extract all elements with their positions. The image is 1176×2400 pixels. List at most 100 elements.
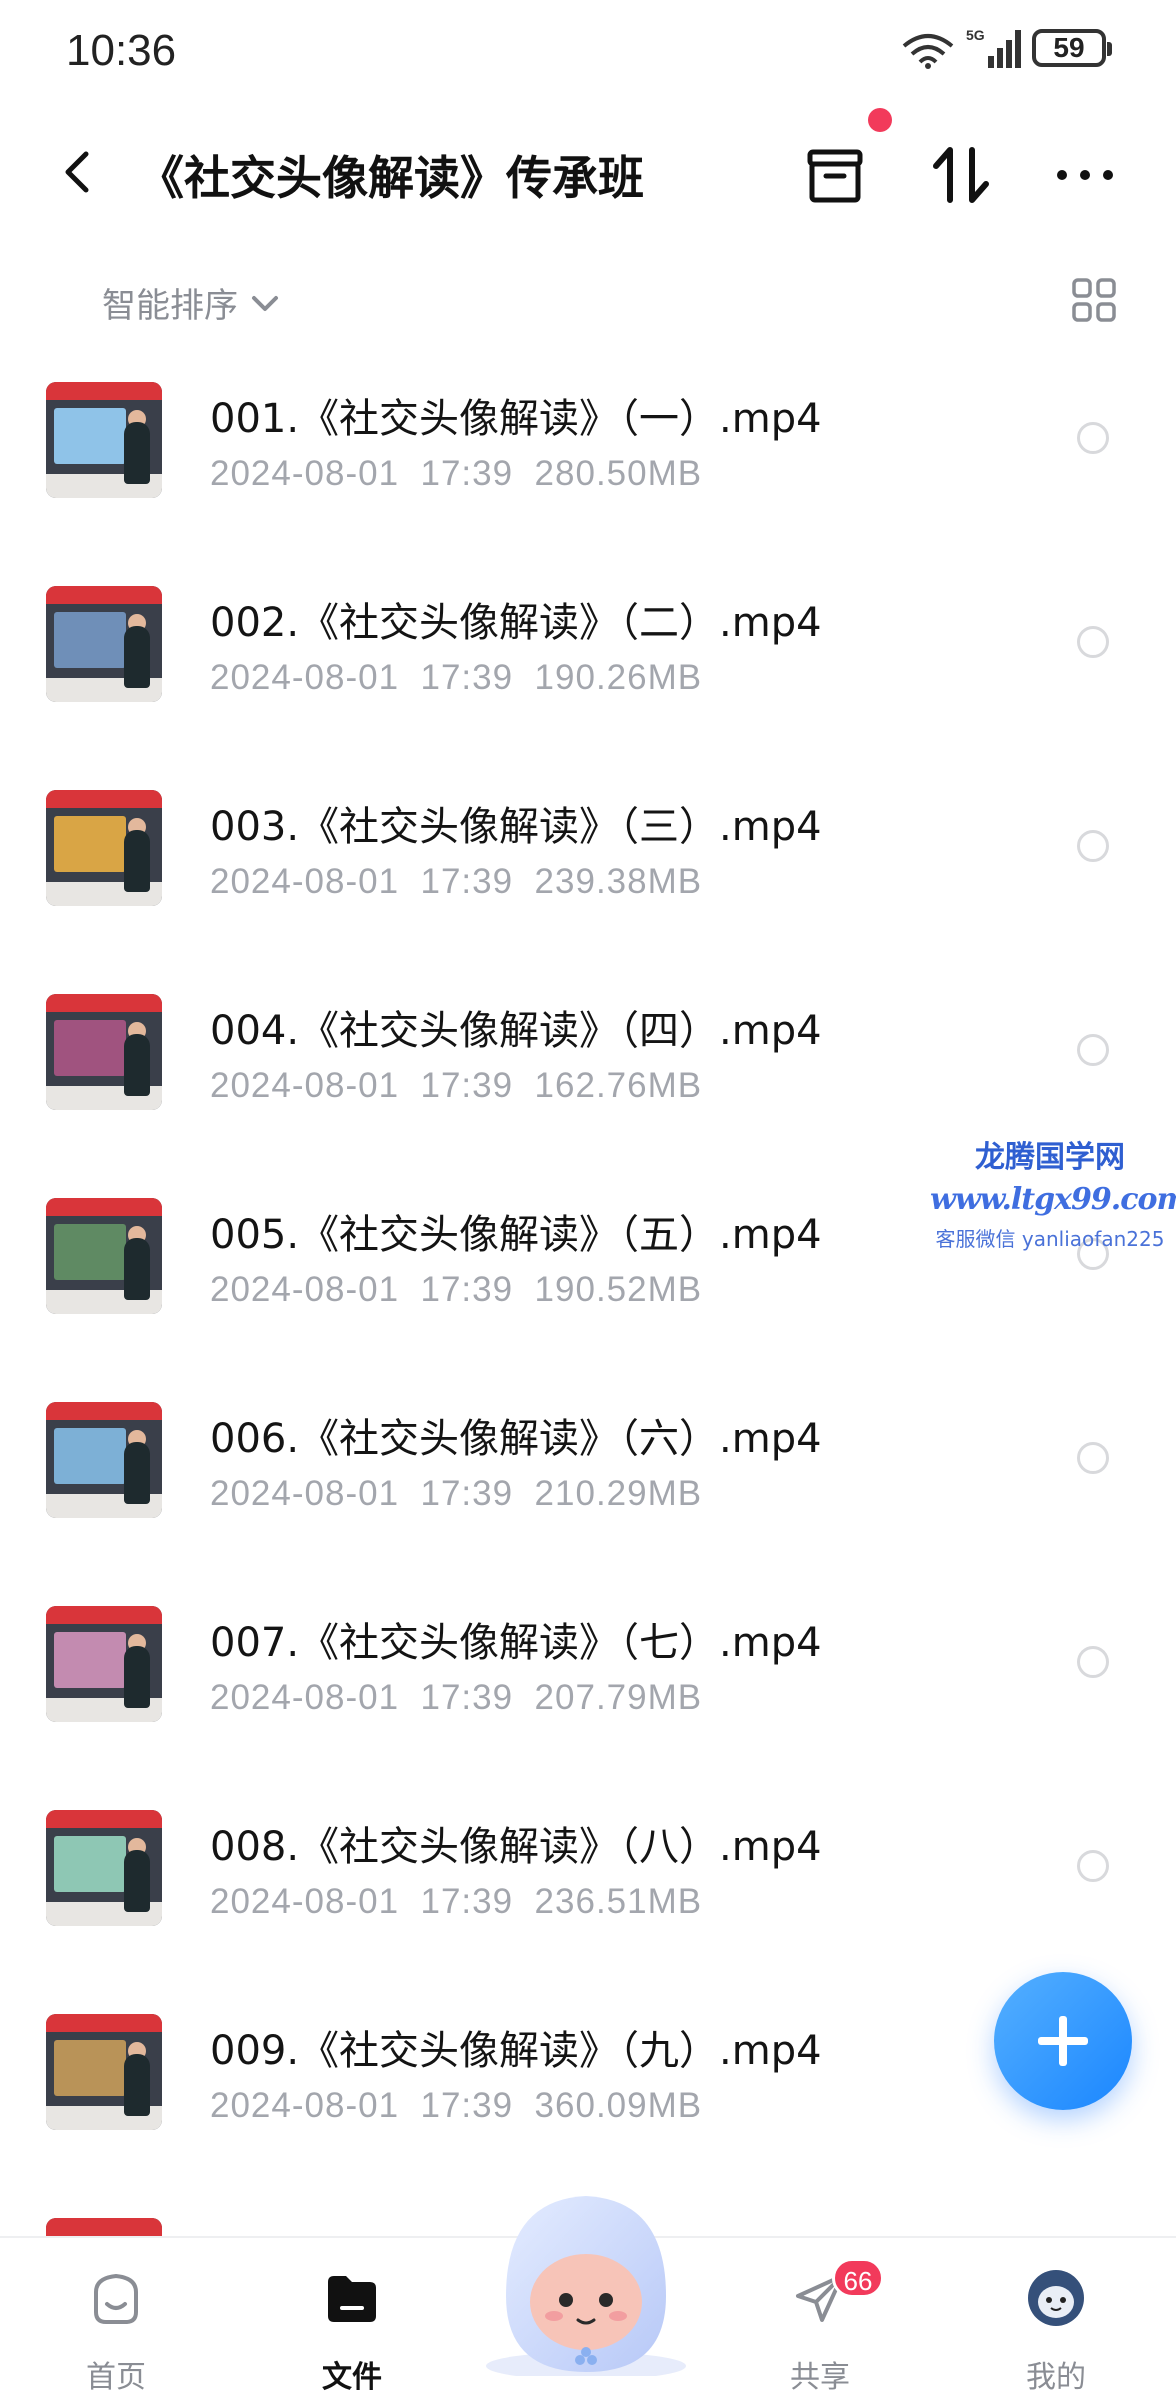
video-thumbnail xyxy=(46,1606,162,1722)
file-size: 210.29MB xyxy=(534,1474,703,1513)
file-date: 2024-08-01 xyxy=(210,454,400,493)
file-time: 17:39 xyxy=(420,862,514,901)
notification-dot xyxy=(868,108,892,132)
file-name: 001.《社交头像解读》（一）.mp4 xyxy=(210,396,822,442)
avatar-icon xyxy=(1028,2270,1084,2326)
file-meta: 2024-08-01 17:39 236.51MB xyxy=(210,1882,702,1922)
status-bar: 10:36 5G 59 xyxy=(0,0,1176,100)
file-item[interactable]: 003.《社交头像解读》（三）.mp4 2024-08-01 17:39 239… xyxy=(0,764,1176,968)
file-meta: 2024-08-01 17:39 210.29MB xyxy=(210,1474,702,1514)
chevron-down-icon xyxy=(252,295,278,311)
file-time: 17:39 xyxy=(420,454,514,493)
file-name: 005.《社交头像解读》（五）.mp4 xyxy=(210,1212,822,1258)
file-size: 190.52MB xyxy=(534,1270,703,1309)
select-radio[interactable] xyxy=(1077,1034,1109,1066)
sort-order-button[interactable] xyxy=(926,140,996,210)
file-time: 17:39 xyxy=(420,2086,514,2125)
file-size: 207.79MB xyxy=(534,1678,703,1717)
file-item[interactable]: 001.《社交头像解读》（一）.mp4 2024-08-01 17:39 280… xyxy=(0,356,1176,560)
file-meta: 2024-08-01 17:39 162.76MB xyxy=(210,1066,702,1106)
sort-row: 智能排序 xyxy=(0,270,1176,330)
home-face-icon xyxy=(94,2273,138,2324)
file-date: 2024-08-01 xyxy=(210,1270,400,1309)
archive-button[interactable] xyxy=(800,140,870,210)
battery-icon: 59 xyxy=(1032,29,1112,67)
watermark: 龙腾国学网 www.ltgx99.com 客服微信 yanliaofan225 xyxy=(930,1132,1176,1252)
file-meta: 2024-08-01 17:39 190.26MB xyxy=(210,658,702,698)
video-thumbnail xyxy=(46,994,162,1110)
select-radio[interactable] xyxy=(1077,1850,1109,1882)
file-item[interactable]: 007.《社交头像解读》（七）.mp4 2024-08-01 17:39 207… xyxy=(0,1580,1176,1784)
file-date: 2024-08-01 xyxy=(210,1678,400,1717)
signal-icon: 5G xyxy=(966,27,1021,68)
nav-label: 文件 xyxy=(322,2360,382,2395)
page-title: 《社交头像解读》传承班 xyxy=(138,151,644,205)
watermark-contact: 客服微信 yanliaofan225 xyxy=(935,1227,1165,1251)
file-name: 008.《社交头像解读》（八）.mp4 xyxy=(210,1824,822,1870)
file-size: 236.51MB xyxy=(534,1882,703,1921)
watermark-url: www.ltgx99.com xyxy=(930,1182,1176,1217)
nav-share[interactable]: 66 共享 xyxy=(740,2258,900,2398)
file-name: 004.《社交头像解读》（四）.mp4 xyxy=(210,1008,822,1054)
file-size: 162.76MB xyxy=(534,1066,703,1105)
file-size: 360.09MB xyxy=(534,2086,703,2125)
file-item[interactable]: 002.《社交头像解读》（二）.mp4 2024-08-01 17:39 190… xyxy=(0,560,1176,764)
file-size: 239.38MB xyxy=(534,862,703,901)
select-radio[interactable] xyxy=(1077,1646,1109,1678)
file-date: 2024-08-01 xyxy=(210,1882,400,1921)
watermark-title: 龙腾国学网 xyxy=(975,1140,1125,1175)
mascot-assistant-icon[interactable] xyxy=(476,2176,696,2376)
battery-level: 59 xyxy=(1053,32,1085,63)
file-time: 17:39 xyxy=(420,1474,514,1513)
video-thumbnail xyxy=(46,2218,162,2236)
nav-label: 首页 xyxy=(86,2360,146,2395)
file-time: 17:39 xyxy=(420,1066,514,1105)
title-bar: 《社交头像解读》传承班 xyxy=(0,120,1176,230)
file-size: 280.50MB xyxy=(534,454,703,493)
file-date: 2024-08-01 xyxy=(210,658,400,697)
back-button[interactable] xyxy=(48,142,108,202)
nav-profile[interactable]: 我的 xyxy=(976,2258,1136,2398)
file-item[interactable]: 006.《社交头像解读》（六）.mp4 2024-08-01 17:39 210… xyxy=(0,1376,1176,1580)
status-icons: 5G 59 xyxy=(900,26,1112,70)
file-name: 009.《社交头像解读》（九）.mp4 xyxy=(210,2028,822,2074)
select-radio[interactable] xyxy=(1077,830,1109,862)
video-thumbnail xyxy=(46,1810,162,1926)
wifi-icon xyxy=(902,34,954,69)
video-thumbnail xyxy=(46,1402,162,1518)
file-name: 003.《社交头像解读》（三）.mp4 xyxy=(210,804,822,850)
file-size: 190.26MB xyxy=(534,658,703,697)
file-date: 2024-08-01 xyxy=(210,2086,400,2125)
nav-label: 共享 xyxy=(790,2360,850,2395)
select-radio[interactable] xyxy=(1077,626,1109,658)
file-meta: 2024-08-01 17:39 190.52MB xyxy=(210,1270,702,1310)
file-date: 2024-08-01 xyxy=(210,1474,400,1513)
video-thumbnail xyxy=(46,1198,162,1314)
file-time: 17:39 xyxy=(420,1882,514,1921)
file-time: 17:39 xyxy=(420,1270,514,1309)
grid-view-button[interactable] xyxy=(1070,276,1118,324)
file-name: 007.《社交头像解读》（七）.mp4 xyxy=(210,1620,822,1666)
network-type-label: 5G xyxy=(966,27,985,43)
video-thumbnail xyxy=(46,790,162,906)
file-time: 17:39 xyxy=(420,1678,514,1717)
share-badge: 66 xyxy=(832,2258,884,2298)
smart-sort-dropdown[interactable]: 智能排序 xyxy=(102,278,282,327)
nav-files[interactable]: 文件 xyxy=(272,2258,432,2398)
video-thumbnail xyxy=(46,382,162,498)
folder-icon xyxy=(328,2276,376,2322)
nav-label: 我的 xyxy=(1026,2360,1086,2395)
file-date: 2024-08-01 xyxy=(210,1066,400,1105)
nav-home[interactable]: 首页 xyxy=(36,2258,196,2398)
select-radio[interactable] xyxy=(1077,422,1109,454)
select-radio[interactable] xyxy=(1077,1442,1109,1474)
file-item[interactable]: 008.《社交头像解读》（八）.mp4 2024-08-01 17:39 236… xyxy=(0,1784,1176,1988)
more-options-button[interactable] xyxy=(1050,140,1120,210)
file-name: 002.《社交头像解读》（二）.mp4 xyxy=(210,600,822,646)
file-meta: 2024-08-01 17:39 360.09MB xyxy=(210,2086,702,2126)
add-button[interactable] xyxy=(994,1972,1132,2110)
file-meta: 2024-08-01 17:39 239.38MB xyxy=(210,862,702,902)
file-date: 2024-08-01 xyxy=(210,862,400,901)
file-name: 006.《社交头像解读》（六）.mp4 xyxy=(210,1416,822,1462)
video-thumbnail xyxy=(46,2014,162,2130)
